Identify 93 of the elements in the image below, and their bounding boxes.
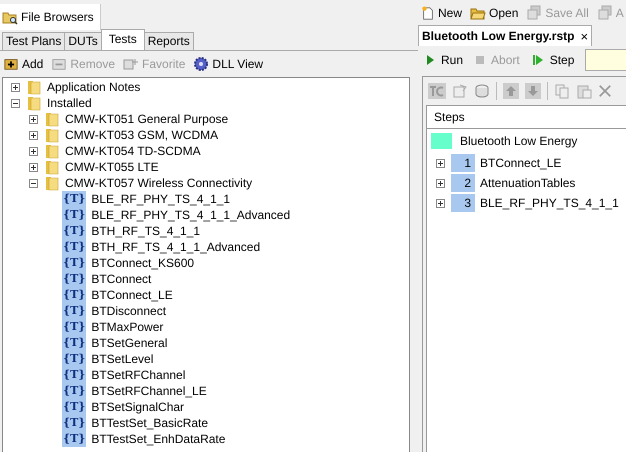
test-icon: {T} bbox=[62, 255, 86, 271]
folder-icon bbox=[44, 143, 60, 159]
collapse-icon[interactable] bbox=[29, 178, 38, 188]
folder-icon bbox=[44, 159, 60, 175]
test-icon: {T} bbox=[62, 207, 86, 223]
tree-item[interactable]: BTTestSet_BasicRate bbox=[91, 416, 208, 430]
expand-icon[interactable] bbox=[29, 162, 38, 172]
play-icon bbox=[425, 54, 435, 66]
tab[interactable]: DUTs bbox=[64, 32, 102, 50]
tree-item[interactable]: CMW-KT055 LTE bbox=[65, 160, 159, 174]
copy-icon bbox=[554, 83, 570, 99]
tree-item[interactable]: CMW-KT051 General Purpose bbox=[65, 112, 228, 126]
tree-item[interactable]: BTSetSignalChar bbox=[91, 400, 184, 414]
expand-icon[interactable] bbox=[436, 158, 445, 168]
folder-icon bbox=[44, 111, 60, 127]
step-button[interactable]: Step bbox=[530, 52, 576, 68]
test-icon: {T} bbox=[62, 383, 86, 399]
stop-icon bbox=[475, 55, 486, 65]
expand-icon[interactable] bbox=[29, 146, 38, 156]
open-button[interactable]: Open bbox=[469, 4, 520, 22]
test-icon: {T} bbox=[62, 303, 86, 319]
arrow-down-icon bbox=[525, 83, 541, 99]
step-item[interactable]: AttenuationTables bbox=[480, 176, 576, 190]
tree-item[interactable]: CMW-KT054 TD-SCDMA bbox=[65, 144, 201, 158]
step-item[interactable]: BTConnect_LE bbox=[480, 156, 562, 170]
folder-plus-icon bbox=[3, 57, 19, 71]
arrow-up-icon bbox=[503, 83, 519, 99]
paste-icon bbox=[576, 83, 592, 99]
step-item[interactable]: BLE_RF_PHY_TS_4_1_1 bbox=[480, 196, 619, 210]
test-icon: {T} bbox=[62, 415, 86, 431]
tab[interactable]: Tests bbox=[100, 29, 145, 50]
test-icon: {T} bbox=[62, 287, 86, 303]
test-icon: {T} bbox=[62, 271, 86, 287]
tree-item[interactable]: BTDisconnect bbox=[91, 304, 166, 318]
tree-item[interactable]: BTSetLevel bbox=[91, 352, 154, 366]
tree-item[interactable]: BTConnect bbox=[91, 272, 152, 286]
run-button[interactable]: Run bbox=[424, 52, 464, 68]
tree-item[interactable]: BTMaxPower bbox=[91, 320, 164, 334]
test-icon: {T} bbox=[62, 367, 86, 383]
gear-icon bbox=[193, 56, 210, 72]
expand-icon[interactable] bbox=[29, 114, 38, 124]
test-icon: {T} bbox=[62, 191, 86, 207]
expand-icon[interactable] bbox=[436, 178, 445, 188]
tree-item[interactable]: BTTestSet_EnhDataRate bbox=[91, 432, 226, 446]
test-icon: {T} bbox=[62, 223, 86, 239]
test-icon: {T} bbox=[62, 319, 86, 335]
step-number: 3 bbox=[451, 194, 475, 212]
input-field[interactable] bbox=[585, 49, 626, 71]
collapse-icon[interactable] bbox=[11, 98, 20, 108]
tab[interactable]: Reports bbox=[144, 32, 194, 50]
tree-item[interactable]: BTSetRFChannel_LE bbox=[91, 384, 207, 398]
test-plan-item[interactable]: Bluetooth Low Energy bbox=[460, 134, 578, 148]
column-header: Steps bbox=[426, 105, 626, 129]
tree-item[interactable]: BLE_RF_PHY_TS_4_1_1 bbox=[91, 192, 230, 206]
properties-icon bbox=[452, 83, 468, 99]
tab[interactable]: Test Plans bbox=[2, 32, 66, 50]
cylinder-icon bbox=[474, 83, 490, 99]
test-icon: {T} bbox=[62, 399, 86, 415]
add-button[interactable]: Add bbox=[2, 56, 44, 72]
tree-item[interactable]: BTSetRFChannel bbox=[91, 368, 186, 382]
tree-item[interactable]: BTConnect_LE bbox=[91, 288, 173, 302]
test-icon: {T} bbox=[62, 431, 86, 447]
tc-icon bbox=[428, 83, 446, 99]
folder-icon bbox=[26, 95, 42, 111]
tree-item[interactable]: BTH_RF_TS_4_1_1_Advanced bbox=[91, 240, 260, 254]
tree-item[interactable]: BTSetGeneral bbox=[91, 336, 168, 350]
test-icon: {T} bbox=[62, 335, 86, 351]
tree-item[interactable]: BTConnect_KS600 bbox=[91, 256, 194, 270]
expand-icon[interactable] bbox=[29, 130, 38, 140]
folder-icon bbox=[44, 127, 60, 143]
expand-icon[interactable] bbox=[11, 82, 20, 92]
expand-icon[interactable] bbox=[436, 198, 445, 208]
new-button[interactable]: New bbox=[420, 4, 464, 22]
step-number: 2 bbox=[451, 174, 475, 192]
test-icon: {T} bbox=[62, 351, 86, 367]
folder-icon bbox=[26, 79, 42, 95]
tree-item[interactable]: CMW-KT053 GSM, WCDMA bbox=[65, 128, 218, 142]
document-tab[interactable]: Bluetooth Low Energy.rstp × bbox=[418, 25, 592, 46]
dll-button[interactable]: DLL View bbox=[192, 55, 264, 73]
tree-item[interactable]: BTH_RF_TS_4_1_1 bbox=[91, 224, 200, 238]
delete-icon bbox=[598, 84, 612, 98]
folder-icon bbox=[44, 175, 60, 191]
close-button[interactable]: × bbox=[580, 28, 588, 44]
test-icon: {T} bbox=[62, 239, 86, 255]
tree-item[interactable]: CMW-KT057 Wireless Connectivity bbox=[65, 176, 252, 190]
tree-item[interactable]: Application Notes bbox=[47, 80, 140, 94]
new-document-icon bbox=[421, 5, 435, 21]
step-icon bbox=[532, 54, 544, 66]
folder-minus-icon bbox=[51, 57, 68, 71]
tree-item[interactable]: Installed bbox=[47, 96, 92, 110]
step-number: 1 bbox=[451, 154, 475, 172]
tree-item[interactable]: BLE_RF_PHY_TS_4_1_1_Advanced bbox=[91, 208, 290, 222]
panel-tab[interactable]: File Browsers bbox=[0, 4, 101, 30]
